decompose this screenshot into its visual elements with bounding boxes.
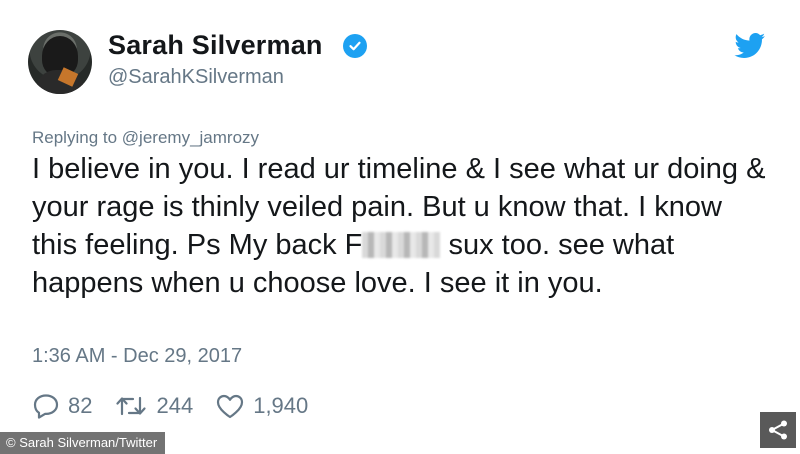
retweet-button[interactable]: 244: [114, 393, 193, 419]
replying-prefix: Replying to: [32, 128, 118, 147]
censor-blur: [362, 232, 441, 258]
share-icon: [769, 420, 787, 440]
reply-button[interactable]: 82: [32, 393, 92, 419]
replying-mention[interactable]: @jeremy_jamrozy: [122, 128, 259, 147]
like-count: 1,940: [253, 393, 309, 418]
avatar[interactable]: [28, 30, 92, 94]
tweet-actions: 82 244 1,940: [32, 390, 330, 422]
photo-credit: © Sarah Silverman/Twitter: [0, 432, 166, 454]
reply-count: 82: [68, 393, 93, 418]
tweet-text: I believe in you. I read ur timeline & I…: [32, 150, 772, 302]
replying-to: Replying to @jeremy_jamrozy: [32, 128, 259, 148]
like-icon: [217, 394, 244, 419]
author-name[interactable]: Sarah Silverman: [108, 30, 323, 61]
tweet-card: Sarah Silverman @SarahKSilverman Replyin…: [0, 0, 800, 454]
retweet-count: 244: [156, 393, 194, 418]
retweet-icon: [116, 396, 147, 416]
like-button[interactable]: 1,940: [215, 393, 308, 419]
twitter-bird-icon[interactable]: [734, 33, 766, 59]
share-button[interactable]: [760, 412, 796, 448]
author-handle[interactable]: @SarahKSilverman: [108, 66, 284, 89]
reply-icon: [33, 394, 59, 419]
verified-badge-icon: [343, 34, 367, 58]
tweet-timestamp[interactable]: 1:36 AM - Dec 29, 2017: [32, 345, 242, 368]
